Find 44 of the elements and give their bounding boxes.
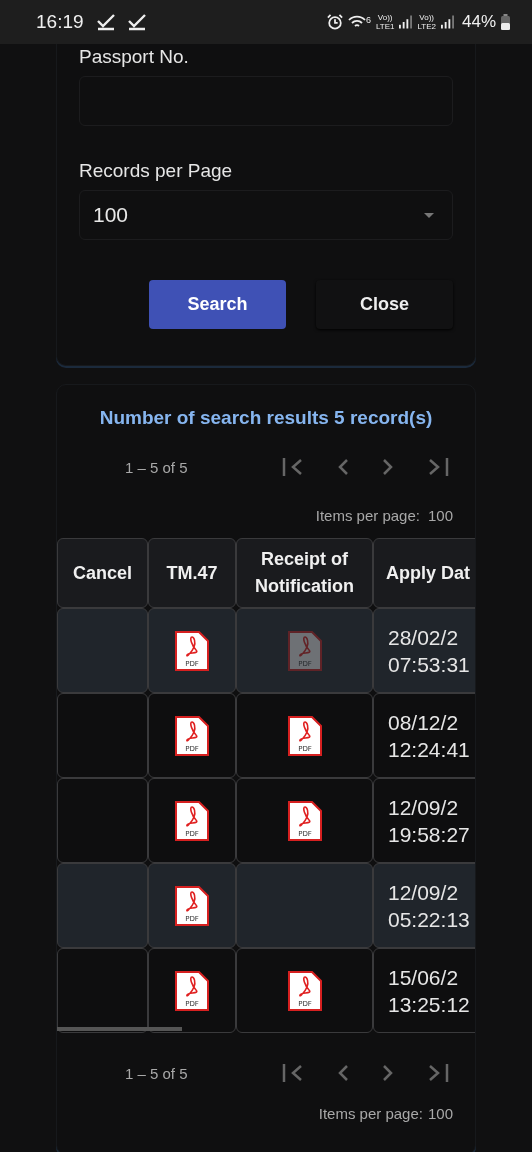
column-header: Cancel xyxy=(57,538,148,608)
items-per-page-value[interactable]: 100 xyxy=(427,507,453,524)
table-cell: 28/02/2 07:53:31 xyxy=(373,608,475,693)
check-icon xyxy=(126,13,147,31)
column-header: Apply Dat xyxy=(373,538,475,608)
table-cell: 12/09/2 19:58:27 xyxy=(373,778,475,863)
page-range: 1 – 5 of 5 xyxy=(125,458,188,476)
dropdown-icon xyxy=(424,212,434,218)
close-button[interactable]: Close xyxy=(316,280,453,329)
records-select[interactable]: 100 xyxy=(79,190,453,240)
signal-icon xyxy=(399,15,413,29)
check-icon xyxy=(95,13,116,31)
items-per-page-label: Items per page: xyxy=(318,1105,423,1122)
network-label: LTE1 xyxy=(375,22,395,31)
alarm-icon xyxy=(326,14,343,30)
search-button[interactable]: Search xyxy=(149,280,286,329)
last-page-icon[interactable] xyxy=(427,457,449,477)
table-cell: 15/06/2 13:25:12 xyxy=(373,948,475,1033)
column-header: Receipt of Notification xyxy=(236,538,373,608)
first-page-icon[interactable] xyxy=(282,457,304,477)
page-range: 1 – 5 of 5 xyxy=(125,1064,188,1082)
field-label: Records per Page xyxy=(79,160,234,182)
previous-page-icon[interactable] xyxy=(337,1063,349,1083)
signal-icon xyxy=(440,15,454,29)
first-page-icon[interactable] xyxy=(282,1063,304,1083)
results-title: Number of search results 5 record(s) xyxy=(98,407,434,429)
table-cell: 08/12/2 12:24:41 xyxy=(373,693,475,778)
column-header: TM.47 xyxy=(148,538,236,608)
volte-label: Vo)) xyxy=(377,13,393,22)
previous-page-icon[interactable] xyxy=(337,457,349,477)
volte-label: Vo)) xyxy=(419,13,435,22)
network-label: LTE2 xyxy=(417,22,436,31)
last-page-icon[interactable] xyxy=(427,1063,449,1083)
battery-level: 44% xyxy=(461,12,496,32)
next-page-icon[interactable] xyxy=(382,1063,394,1083)
battery-icon xyxy=(501,14,510,30)
items-per-page-label: Items per page: xyxy=(315,507,420,524)
wifi-icon xyxy=(347,15,366,29)
table-cell: 12/09/2 05:22:13 xyxy=(373,863,475,948)
field-label: Passport No. xyxy=(79,46,190,68)
clock: 16:19 xyxy=(36,11,84,33)
next-page-icon[interactable] xyxy=(382,457,394,477)
items-per-page-value[interactable]: 100 xyxy=(427,1105,453,1122)
wifi-label: 6 xyxy=(365,15,371,25)
